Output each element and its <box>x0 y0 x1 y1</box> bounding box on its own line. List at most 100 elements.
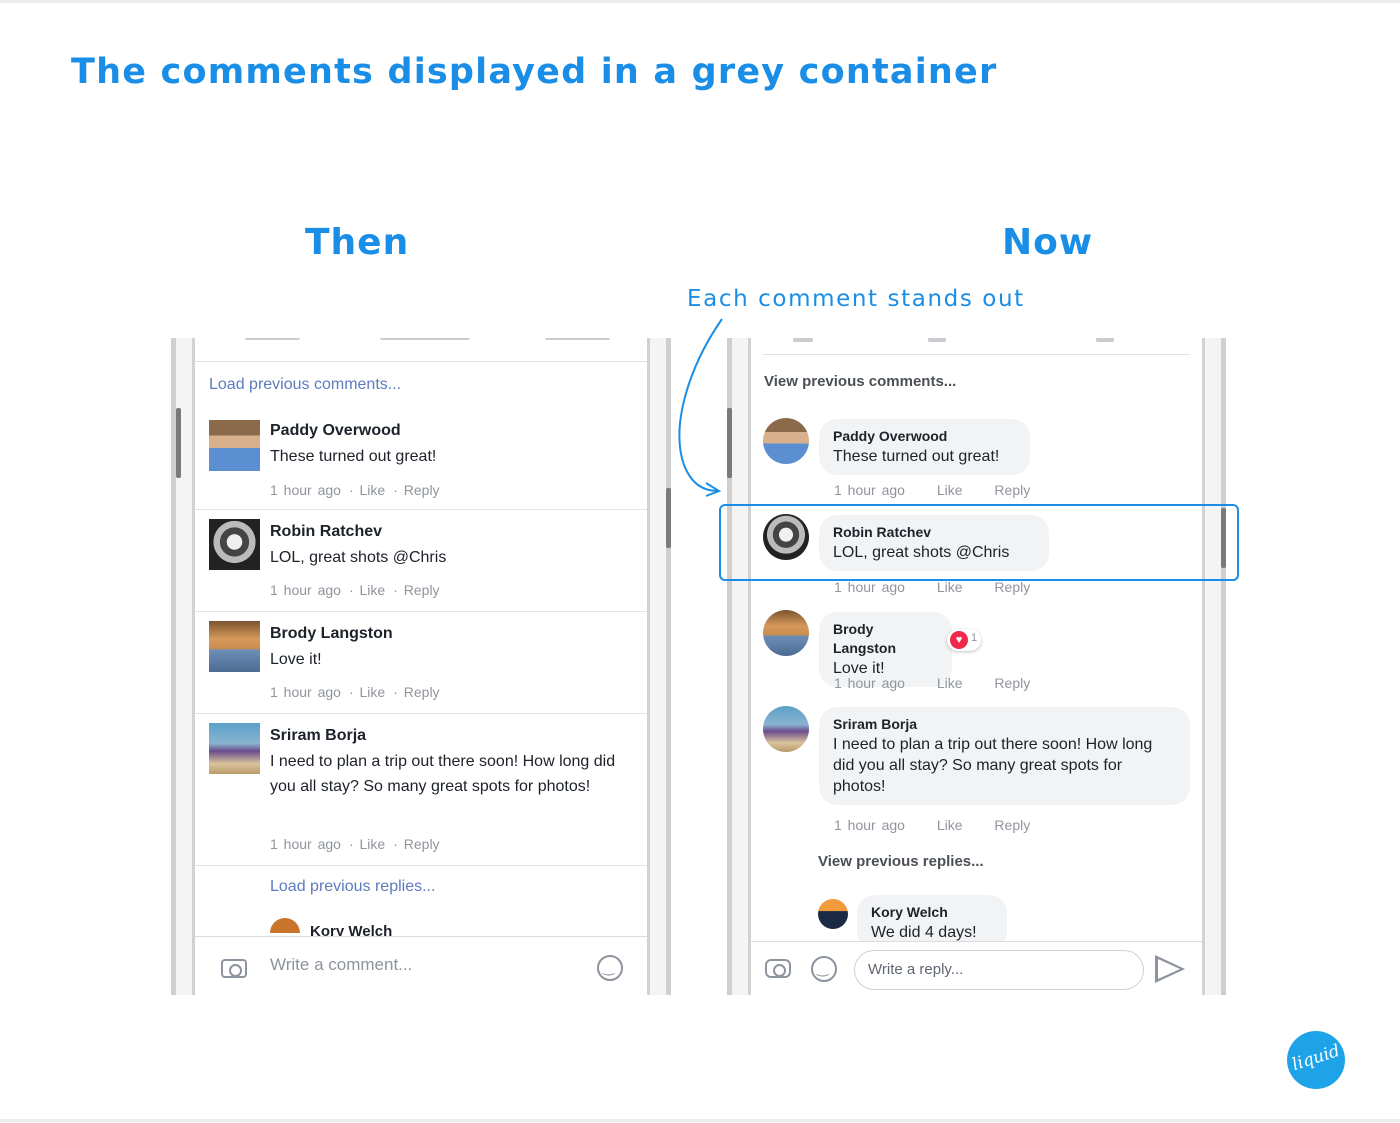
slide-title: The comments displayed in a grey contain… <box>71 52 998 92</box>
like-link[interactable]: Like <box>360 582 386 598</box>
avatar[interactable] <box>763 610 809 656</box>
load-previous-replies-link[interactable]: Load previous replies... <box>270 878 435 896</box>
avatar[interactable] <box>270 918 300 933</box>
load-previous-comments-link[interactable]: Load previous comments... <box>209 376 401 394</box>
now-screen: View previous comments... Paddy Overwood… <box>751 338 1202 995</box>
comment-meta: 1 hour ago · Like · Reply <box>270 836 440 852</box>
comment-composer: Write a comment... <box>195 936 647 995</box>
now-label: Now <box>1002 222 1094 263</box>
emoji-icon[interactable] <box>811 956 837 982</box>
comment-time: 1 hour ago <box>270 482 341 498</box>
reply-link[interactable]: Reply <box>994 817 1030 833</box>
comment-author[interactable]: Paddy Overwood <box>833 427 1016 446</box>
reply-composer: Write a reply... <box>751 941 1202 995</box>
phone-side-button <box>176 408 181 478</box>
comment-author[interactable]: Paddy Overwood <box>270 422 401 440</box>
comment-author[interactable]: Sriram Borja <box>270 727 366 745</box>
phone-bezel-left <box>171 338 195 995</box>
like-link[interactable]: Like <box>937 482 963 498</box>
avatar[interactable] <box>763 418 809 464</box>
like-link[interactable]: Like <box>360 684 386 700</box>
comment-text: Love it! <box>270 651 322 668</box>
comment-meta: 1 hour ago Like Reply <box>834 579 1056 595</box>
comment-text: I need to plan a trip out there soon! Ho… <box>833 736 1153 795</box>
comment-input[interactable]: Write a comment... <box>270 955 412 975</box>
comment-meta: 1 hour ago Like Reply <box>834 817 1056 833</box>
comment-text: I need to plan a trip out there soon! Ho… <box>270 753 616 795</box>
comment-meta: 1 hour ago Like Reply <box>834 482 1056 498</box>
like-link[interactable]: Like <box>937 579 963 595</box>
comment-time: 1 hour ago <box>270 684 341 700</box>
comment-text: LOL, great shots @Chris <box>270 549 447 566</box>
logo-text: liquid <box>1289 1040 1343 1076</box>
phone-side-button <box>666 488 671 548</box>
view-previous-replies-link[interactable]: View previous replies... <box>818 853 984 870</box>
heart-icon: ♥ <box>950 631 968 649</box>
avatar[interactable] <box>209 519 260 570</box>
reply-link[interactable]: Reply <box>404 836 440 852</box>
avatar[interactable] <box>763 706 809 752</box>
comment-bubble: Paddy Overwood These turned out great! <box>819 419 1030 475</box>
liquid-logo: liquid <box>1287 1031 1345 1089</box>
phone-bezel-right <box>647 338 671 995</box>
send-icon[interactable] <box>1155 955 1185 983</box>
top-divider <box>0 0 1400 3</box>
then-screen: Load previous comments... Paddy Overwood… <box>195 338 647 995</box>
comment-text: These turned out great! <box>270 448 437 465</box>
emoji-icon[interactable] <box>597 955 623 981</box>
comment-item: Sriram Borja I need to plan a trip out t… <box>195 714 647 866</box>
phone-side-button <box>727 408 732 478</box>
comment-time: 1 hour ago <box>270 582 341 598</box>
view-previous-comments-link[interactable]: View previous comments... <box>764 373 956 390</box>
comment-meta: 1 hour ago Like Reply <box>834 675 1056 691</box>
like-link[interactable]: Like <box>937 675 963 691</box>
comment-text: These turned out great! <box>833 448 1000 465</box>
comment-time: 1 hour ago <box>270 836 341 852</box>
bottom-divider <box>0 1119 1400 1122</box>
post-action-bar <box>195 338 647 362</box>
comment-meta: 1 hour ago · Like · Reply <box>270 482 440 498</box>
reply-link[interactable]: Reply <box>994 482 1030 498</box>
avatar[interactable] <box>209 621 260 672</box>
reply-link[interactable]: Reply <box>994 579 1030 595</box>
comment-item: Robin Ratchev LOL, great shots @Chris 1 … <box>195 510 647 612</box>
like-link[interactable]: Like <box>937 817 963 833</box>
reply-link[interactable]: Reply <box>404 582 440 598</box>
comment-author[interactable]: Brody Langston <box>270 625 393 643</box>
comment-item: Brody Langston Love it! 1 hour ago · Like… <box>195 612 647 714</box>
post-action-bar <box>763 338 1190 355</box>
comment-item: Paddy Overwood These turned out great! 1… <box>195 408 647 510</box>
phone-bezel-right <box>1202 338 1226 995</box>
avatar[interactable] <box>209 723 260 774</box>
like-link[interactable]: Like <box>360 836 386 852</box>
reply-link[interactable]: Reply <box>994 675 1030 691</box>
camera-icon[interactable] <box>765 959 791 978</box>
comment-author[interactable]: Brody Langston <box>833 620 938 658</box>
slide: The comments displayed in a grey contain… <box>0 0 1400 1123</box>
comment-time: 1 hour ago <box>834 675 905 691</box>
comment-meta: 1 hour ago · Like · Reply <box>270 684 440 700</box>
avatar[interactable] <box>209 420 260 471</box>
annotation-text: Each comment stands out <box>687 286 1025 312</box>
reply-text: We did 4 days! <box>871 924 977 941</box>
comment-time: 1 hour ago <box>834 579 905 595</box>
comment-author[interactable]: Robin Ratchev <box>270 523 382 541</box>
comment-time: 1 hour ago <box>834 817 905 833</box>
highlight-box <box>719 504 1239 581</box>
comment-meta: 1 hour ago · Like · Reply <box>270 582 440 598</box>
reaction-count: 1 <box>971 632 978 644</box>
reply-link[interactable]: Reply <box>404 684 440 700</box>
avatar[interactable] <box>818 899 848 929</box>
comment-time: 1 hour ago <box>834 482 905 498</box>
then-phone: Load previous comments... Paddy Overwood… <box>171 338 671 995</box>
camera-icon[interactable] <box>221 959 247 978</box>
reply-input[interactable]: Write a reply... <box>854 950 1144 990</box>
like-link[interactable]: Like <box>360 482 386 498</box>
reaction-badge[interactable]: ♥ 1 <box>947 629 981 651</box>
comment-author[interactable]: Sriram Borja <box>833 715 1176 734</box>
comment-bubble: Sriram Borja I need to plan a trip out t… <box>819 707 1190 805</box>
reply-link[interactable]: Reply <box>404 482 440 498</box>
now-phone: View previous comments... Paddy Overwood… <box>727 338 1226 995</box>
reply-author[interactable]: Kory Welch <box>871 903 993 922</box>
then-label: Then <box>305 222 410 263</box>
